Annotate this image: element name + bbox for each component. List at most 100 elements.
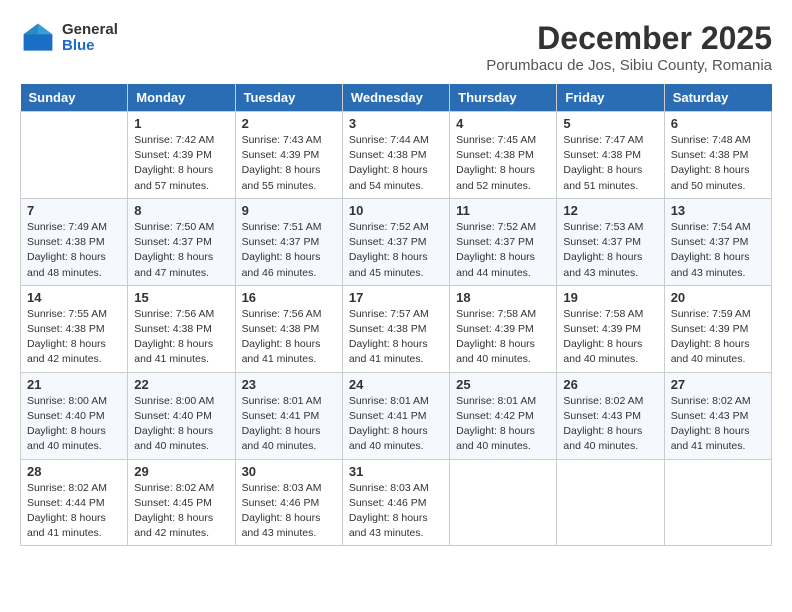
day-number: 7 — [27, 203, 121, 218]
day-number: 14 — [27, 290, 121, 305]
day-number: 30 — [242, 464, 336, 479]
week-row-3: 14 Sunrise: 7:55 AM Sunset: 4:38 PM Dayli… — [21, 285, 772, 372]
day-number: 19 — [563, 290, 657, 305]
calendar-cell: 30 Sunrise: 8:03 AM Sunset: 4:46 PM Dayli… — [235, 459, 342, 546]
day-info: Sunrise: 8:03 AM Sunset: 4:46 PM Dayligh… — [242, 481, 336, 542]
calendar-cell: 18 Sunrise: 7:58 AM Sunset: 4:39 PM Dayli… — [450, 285, 557, 372]
day-number: 12 — [563, 203, 657, 218]
day-info: Sunrise: 7:49 AM Sunset: 4:38 PM Dayligh… — [27, 220, 121, 281]
weekday-header-sunday: Sunday — [21, 84, 128, 112]
day-number: 26 — [563, 377, 657, 392]
week-row-5: 28Sunrise: 8:02 AM Sunset: 4:44 PM Dayli… — [21, 459, 772, 546]
day-info: Sunrise: 7:56 AM Sunset: 4:38 PM Dayligh… — [242, 307, 336, 368]
day-number: 9 — [242, 203, 336, 218]
calendar-cell — [664, 459, 771, 546]
calendar-cell: 31 Sunrise: 8:03 AM Sunset: 4:46 PM Dayli… — [342, 459, 449, 546]
calendar-cell: 6 Sunrise: 7:48 AM Sunset: 4:38 PM Daylig… — [664, 112, 771, 199]
calendar-cell: 23 Sunrise: 8:01 AM Sunset: 4:41 PM Dayli… — [235, 372, 342, 459]
week-row-2: 7 Sunrise: 7:49 AM Sunset: 4:38 PM Daylig… — [21, 198, 772, 285]
calendar-cell: 24 Sunrise: 8:01 AM Sunset: 4:41 PM Dayli… — [342, 372, 449, 459]
title-section: December 2025 Porumbacu de Jos, Sibiu Co… — [486, 20, 772, 74]
day-number: 1 — [134, 116, 228, 131]
day-info: Sunrise: 7:58 AM Sunset: 4:39 PM Dayligh… — [456, 307, 550, 368]
day-info: Sunrise: 8:02 AM Sunset: 4:44 PM Dayligh… — [27, 481, 121, 542]
day-info: Sunrise: 7:43 AM Sunset: 4:39 PM Dayligh… — [242, 133, 336, 194]
calendar-cell: 1 Sunrise: 7:42 AM Sunset: 4:39 PM Daylig… — [128, 112, 235, 199]
week-row-1: 1 Sunrise: 7:42 AM Sunset: 4:39 PM Daylig… — [21, 112, 772, 199]
day-number: 22 — [134, 377, 228, 392]
day-info: Sunrise: 8:02 AM Sunset: 4:43 PM Dayligh… — [671, 394, 765, 455]
weekday-header-friday: Friday — [557, 84, 664, 112]
day-number: 25 — [456, 377, 550, 392]
calendar-table: SundayMondayTuesdayWednesdayThursdayFrid… — [20, 84, 772, 546]
day-info: Sunrise: 7:52 AM Sunset: 4:37 PM Dayligh… — [456, 220, 550, 281]
day-info: Sunrise: 8:00 AM Sunset: 4:40 PM Dayligh… — [134, 394, 228, 455]
calendar-cell — [21, 112, 128, 199]
calendar-cell: 2 Sunrise: 7:43 AM Sunset: 4:39 PM Daylig… — [235, 112, 342, 199]
calendar-cell: 7 Sunrise: 7:49 AM Sunset: 4:38 PM Daylig… — [21, 198, 128, 285]
calendar-cell: 22 Sunrise: 8:00 AM Sunset: 4:40 PM Dayli… — [128, 372, 235, 459]
calendar-title: December 2025 — [486, 20, 772, 57]
day-number: 21 — [27, 377, 121, 392]
day-info: Sunrise: 8:03 AM Sunset: 4:46 PM Dayligh… — [349, 481, 443, 542]
day-info: Sunrise: 7:55 AM Sunset: 4:38 PM Dayligh… — [27, 307, 121, 368]
day-info: Sunrise: 8:01 AM Sunset: 4:41 PM Dayligh… — [242, 394, 336, 455]
calendar-cell: 13 Sunrise: 7:54 AM Sunset: 4:37 PM Dayli… — [664, 198, 771, 285]
weekday-header-wednesday: Wednesday — [342, 84, 449, 112]
day-info: Sunrise: 8:02 AM Sunset: 4:43 PM Dayligh… — [563, 394, 657, 455]
day-number: 11 — [456, 203, 550, 218]
day-info: Sunrise: 8:01 AM Sunset: 4:42 PM Dayligh… — [456, 394, 550, 455]
calendar-cell: 3 Sunrise: 7:44 AM Sunset: 4:38 PM Daylig… — [342, 112, 449, 199]
day-info: Sunrise: 7:54 AM Sunset: 4:37 PM Dayligh… — [671, 220, 765, 281]
day-number: 15 — [134, 290, 228, 305]
calendar-cell: 5Sunrise: 7:47 AM Sunset: 4:38 PM Daylig… — [557, 112, 664, 199]
day-number: 29 — [134, 464, 228, 479]
day-number: 20 — [671, 290, 765, 305]
day-info: Sunrise: 7:47 AM Sunset: 4:38 PM Dayligh… — [563, 133, 657, 194]
day-info: Sunrise: 7:48 AM Sunset: 4:38 PM Dayligh… — [671, 133, 765, 194]
calendar-cell: 8 Sunrise: 7:50 AM Sunset: 4:37 PM Daylig… — [128, 198, 235, 285]
day-number: 24 — [349, 377, 443, 392]
weekday-header-monday: Monday — [128, 84, 235, 112]
day-number: 23 — [242, 377, 336, 392]
day-info: Sunrise: 7:53 AM Sunset: 4:37 PM Dayligh… — [563, 220, 657, 281]
weekday-header-row: SundayMondayTuesdayWednesdayThursdayFrid… — [21, 84, 772, 112]
day-info: Sunrise: 7:58 AM Sunset: 4:39 PM Dayligh… — [563, 307, 657, 368]
day-number: 10 — [349, 203, 443, 218]
logo-general-text: General — [62, 22, 118, 39]
day-number: 18 — [456, 290, 550, 305]
calendar-cell: 20 Sunrise: 7:59 AM Sunset: 4:39 PM Dayli… — [664, 285, 771, 372]
calendar-cell: 15Sunrise: 7:56 AM Sunset: 4:38 PM Dayli… — [128, 285, 235, 372]
day-number: 6 — [671, 116, 765, 131]
calendar-cell: 25 Sunrise: 8:01 AM Sunset: 4:42 PM Dayli… — [450, 372, 557, 459]
day-info: Sunrise: 7:44 AM Sunset: 4:38 PM Dayligh… — [349, 133, 443, 194]
calendar-cell: 21Sunrise: 8:00 AM Sunset: 4:40 PM Dayli… — [21, 372, 128, 459]
day-number: 31 — [349, 464, 443, 479]
day-info: Sunrise: 8:01 AM Sunset: 4:41 PM Dayligh… — [349, 394, 443, 455]
calendar-cell: 4Sunrise: 7:45 AM Sunset: 4:38 PM Daylig… — [450, 112, 557, 199]
calendar-cell: 9 Sunrise: 7:51 AM Sunset: 4:37 PM Daylig… — [235, 198, 342, 285]
logo-icon — [20, 20, 56, 56]
logo: General Blue — [20, 20, 118, 56]
day-info: Sunrise: 7:42 AM Sunset: 4:39 PM Dayligh… — [134, 133, 228, 194]
calendar-cell: 27Sunrise: 8:02 AM Sunset: 4:43 PM Dayli… — [664, 372, 771, 459]
day-number: 4 — [456, 116, 550, 131]
calendar-cell: 12 Sunrise: 7:53 AM Sunset: 4:37 PM Dayli… — [557, 198, 664, 285]
day-info: Sunrise: 7:59 AM Sunset: 4:39 PM Dayligh… — [671, 307, 765, 368]
day-info: Sunrise: 7:50 AM Sunset: 4:37 PM Dayligh… — [134, 220, 228, 281]
header: General Blue December 2025 Porumbacu de … — [20, 20, 772, 74]
weekday-header-saturday: Saturday — [664, 84, 771, 112]
weekday-header-thursday: Thursday — [450, 84, 557, 112]
calendar-cell — [557, 459, 664, 546]
day-number: 13 — [671, 203, 765, 218]
calendar-cell: 11 Sunrise: 7:52 AM Sunset: 4:37 PM Dayli… — [450, 198, 557, 285]
day-number: 3 — [349, 116, 443, 131]
day-number: 8 — [134, 203, 228, 218]
week-row-4: 21 Sunrise: 8:00 AM Sunset: 4:40 PM Dayli… — [21, 372, 772, 459]
day-info: Sunrise: 7:52 AM Sunset: 4:37 PM Dayligh… — [349, 220, 443, 281]
day-info: Sunrise: 7:57 AM Sunset: 4:38 PM Dayligh… — [349, 307, 443, 368]
calendar-cell: 28Sunrise: 8:02 AM Sunset: 4:44 PM Dayli… — [21, 459, 128, 546]
day-number: 2 — [242, 116, 336, 131]
calendar-cell — [450, 459, 557, 546]
day-info: Sunrise: 7:51 AM Sunset: 4:37 PM Dayligh… — [242, 220, 336, 281]
